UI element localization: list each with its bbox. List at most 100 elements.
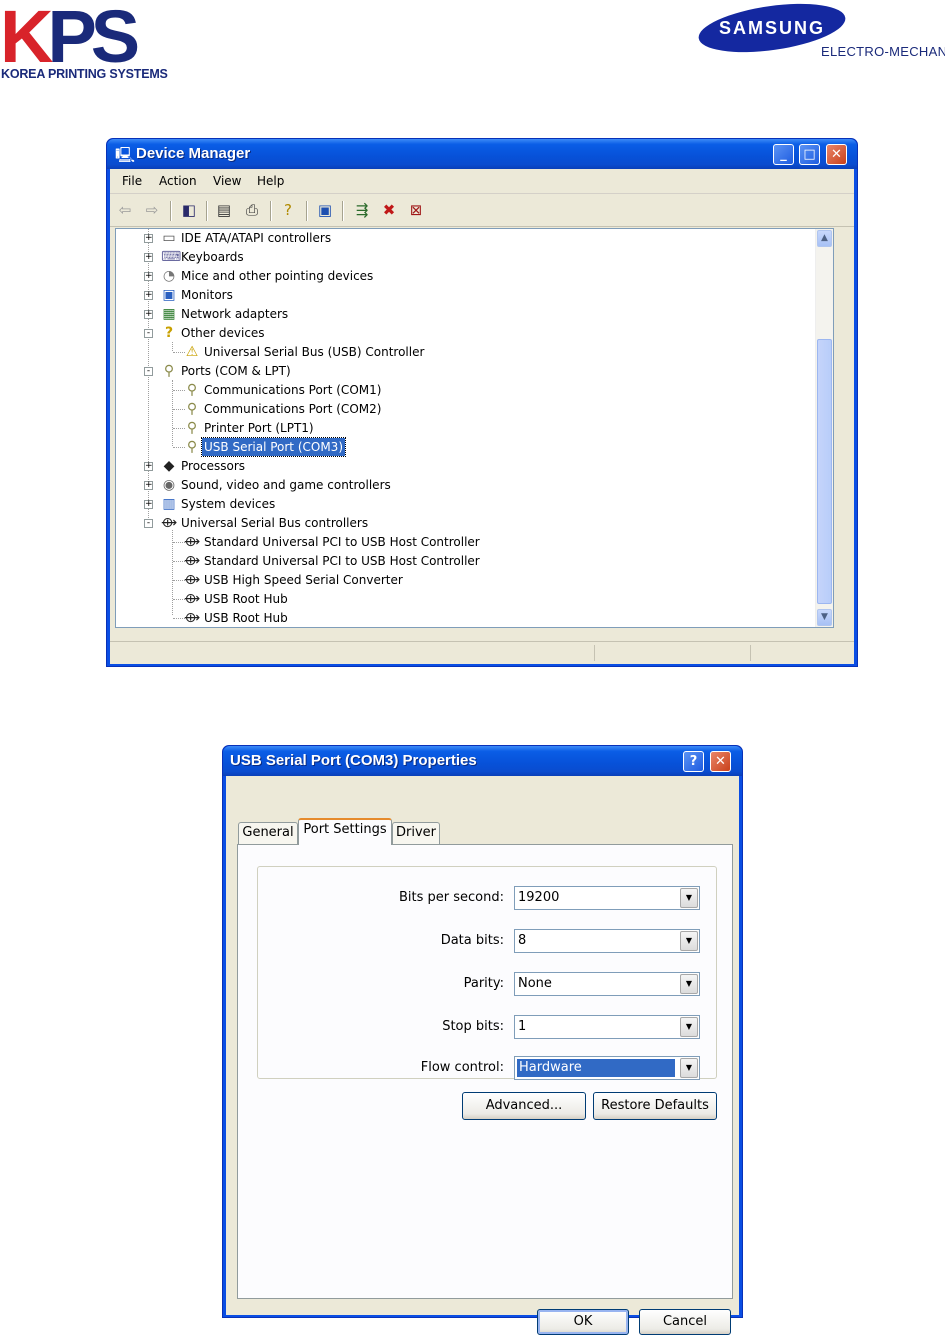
tree-item-network-adapters[interactable]: + ▦ Network adapters bbox=[116, 305, 816, 323]
device-manager-titlebar[interactable]: 🖳 Device Manager _ □ ✕ bbox=[107, 139, 857, 169]
print-icon[interactable]: ⎙ bbox=[243, 201, 261, 219]
tree-item-usb-root-hub-2[interactable]: ⟴ USB Root Hub bbox=[116, 609, 816, 627]
minimize-button[interactable]: _ bbox=[773, 144, 794, 165]
device-manager-title: Device Manager bbox=[136, 145, 251, 162]
tree-item-mice[interactable]: + ◔ Mice and other pointing devices bbox=[116, 267, 816, 285]
parity-value: None bbox=[518, 976, 552, 991]
menu-help[interactable]: Help bbox=[257, 174, 284, 188]
expand-toggle[interactable]: + bbox=[144, 253, 153, 262]
status-pane bbox=[750, 645, 851, 661]
disable-icon[interactable]: ⊠ bbox=[407, 201, 425, 219]
scan-hardware-icon[interactable]: ▣ bbox=[316, 201, 334, 219]
tree-item-label: Monitors bbox=[181, 288, 233, 302]
tree-item-ports[interactable]: - ⚲ Ports (COM & LPT) bbox=[116, 362, 816, 380]
tree-item-com2[interactable]: ⚲ Communications Port (COM2) bbox=[116, 400, 816, 418]
collapse-toggle[interactable]: - bbox=[144, 519, 153, 528]
expand-toggle[interactable]: + bbox=[144, 234, 153, 243]
chevron-down-icon: ▼ bbox=[685, 1063, 693, 1072]
sound-icon: ◉ bbox=[162, 477, 176, 493]
help-button[interactable]: ? bbox=[683, 751, 704, 772]
menu-file[interactable]: File bbox=[122, 174, 142, 188]
ok-button[interactable]: OK bbox=[537, 1309, 629, 1335]
properties-icon[interactable]: ▤ bbox=[215, 201, 233, 219]
parity-select[interactable]: None ▼ bbox=[514, 972, 700, 996]
device-manager-window: 🖳 Device Manager _ □ ✕ File Action View … bbox=[106, 138, 858, 667]
restore-defaults-button[interactable]: Restore Defaults bbox=[593, 1092, 717, 1120]
expand-toggle[interactable]: + bbox=[144, 462, 153, 471]
tree-item-processors[interactable]: + ◆ Processors bbox=[116, 457, 816, 475]
tree-item-com1[interactable]: ⚲ Communications Port (COM1) bbox=[116, 381, 816, 399]
tree-item-label: IDE ATA/ATAPI controllers bbox=[181, 231, 332, 245]
expand-toggle[interactable]: + bbox=[144, 291, 153, 300]
tree-item-lpt1[interactable]: ⚲ Printer Port (LPT1) bbox=[116, 419, 816, 437]
port-settings-panel: Bits per second: 19200 ▼ Data bits: 8 ▼ … bbox=[237, 844, 733, 1299]
scroll-down-button[interactable]: ▼ bbox=[817, 609, 832, 626]
dropdown-button[interactable]: ▼ bbox=[680, 1017, 698, 1037]
dropdown-button[interactable]: ▼ bbox=[680, 974, 698, 994]
port-icon: ⚲ bbox=[163, 363, 175, 379]
forward-arrow-icon[interactable]: ⇨ bbox=[143, 201, 161, 219]
help-icon[interactable]: ? bbox=[279, 201, 297, 219]
show-hide-console-tree-icon[interactable]: ◧ bbox=[180, 201, 198, 219]
expand-toggle[interactable]: + bbox=[144, 481, 153, 490]
tree-item-usb-serial-converter[interactable]: ⟴ USB High Speed Serial Converter bbox=[116, 571, 816, 589]
tree-item-usb-host-1[interactable]: ⟴ Standard Universal PCI to USB Host Con… bbox=[116, 533, 816, 551]
tab-general[interactable]: General bbox=[238, 822, 298, 844]
tree-item-usb-controller-unknown[interactable]: ⚠ Universal Serial Bus (USB) Controller bbox=[116, 343, 816, 361]
vertical-scrollbar[interactable]: ▲ ▼ bbox=[815, 229, 833, 627]
chevron-down-icon: ▼ bbox=[685, 979, 693, 988]
close-icon: ✕ bbox=[831, 147, 842, 162]
toolbar-separator bbox=[170, 201, 172, 221]
tree-item-keyboards[interactable]: + ⌨ Keyboards bbox=[116, 248, 816, 266]
tab-port-settings[interactable]: Port Settings bbox=[298, 818, 392, 845]
properties-titlebar[interactable]: USB Serial Port (COM3) Properties ? ✕ bbox=[223, 746, 742, 776]
tree-item-system-devices[interactable]: + ▥ System devices bbox=[116, 495, 816, 513]
advanced-button[interactable]: Advanced... bbox=[462, 1092, 586, 1120]
device-tree[interactable]: + ▭ IDE ATA/ATAPI controllers + ⌨ Keyboa… bbox=[115, 228, 834, 628]
collapse-toggle[interactable]: - bbox=[144, 367, 153, 376]
tab-driver[interactable]: Driver bbox=[392, 822, 440, 844]
tree-item-usb-controllers[interactable]: - ⟴ Universal Serial Bus controllers bbox=[116, 514, 816, 532]
close-button[interactable]: ✕ bbox=[710, 751, 731, 772]
tree-item-label: Keyboards bbox=[181, 250, 244, 264]
data-bits-select[interactable]: 8 ▼ bbox=[514, 929, 700, 953]
chevron-down-icon: ▼ bbox=[685, 893, 693, 902]
update-driver-icon[interactable]: ⇶ bbox=[353, 201, 371, 219]
data-bits-label: Data bits: bbox=[440, 933, 504, 948]
back-arrow-icon[interactable]: ⇦ bbox=[116, 201, 134, 219]
unknown-device-icon: ? bbox=[164, 325, 174, 341]
expand-toggle[interactable]: + bbox=[144, 272, 153, 281]
flow-control-value: Hardware bbox=[517, 1059, 675, 1077]
dropdown-button[interactable]: ▼ bbox=[680, 1058, 698, 1078]
tree-item-usb-host-2[interactable]: ⟴ Standard Universal PCI to USB Host Con… bbox=[116, 552, 816, 570]
expand-toggle[interactable]: + bbox=[144, 500, 153, 509]
tree-item-label: Communications Port (COM1) bbox=[204, 383, 382, 397]
tree-item-other-devices[interactable]: - ? Other devices bbox=[116, 324, 816, 342]
tree-item-usb-serial-com3[interactable]: ⚲ USB Serial Port (COM3) bbox=[116, 437, 816, 457]
usb-icon: ⟴ bbox=[184, 591, 201, 607]
scroll-thumb[interactable] bbox=[817, 339, 832, 604]
bits-per-second-select[interactable]: 19200 ▼ bbox=[514, 886, 700, 910]
menu-view[interactable]: View bbox=[213, 174, 241, 188]
uninstall-icon[interactable]: ✖ bbox=[380, 201, 398, 219]
tree-item-ide-controllers[interactable]: + ▭ IDE ATA/ATAPI controllers bbox=[116, 229, 816, 247]
cancel-button[interactable]: Cancel bbox=[639, 1309, 731, 1335]
flow-control-select[interactable]: Hardware ▼ bbox=[514, 1056, 700, 1080]
dropdown-button[interactable]: ▼ bbox=[680, 888, 698, 908]
tree-item-label: Universal Serial Bus controllers bbox=[181, 516, 369, 530]
maximize-button[interactable]: □ bbox=[799, 144, 820, 165]
close-button[interactable]: ✕ bbox=[826, 144, 847, 165]
scroll-up-button[interactable]: ▲ bbox=[817, 230, 832, 247]
help-icon: ? bbox=[689, 754, 698, 769]
tree-item-monitors[interactable]: + ▣ Monitors bbox=[116, 286, 816, 304]
collapse-toggle[interactable]: - bbox=[144, 329, 153, 338]
tree-item-label: Network adapters bbox=[181, 307, 289, 321]
tree-item-usb-root-hub-1[interactable]: ⟴ USB Root Hub bbox=[116, 590, 816, 608]
tree-item-sound[interactable]: + ◉ Sound, video and game controllers bbox=[116, 476, 816, 494]
menu-action[interactable]: Action bbox=[159, 174, 197, 188]
expand-toggle[interactable]: + bbox=[144, 310, 153, 319]
stop-bits-value: 1 bbox=[518, 1019, 527, 1034]
status-bar bbox=[110, 641, 854, 664]
dropdown-button[interactable]: ▼ bbox=[680, 931, 698, 951]
stop-bits-select[interactable]: 1 ▼ bbox=[514, 1015, 700, 1039]
